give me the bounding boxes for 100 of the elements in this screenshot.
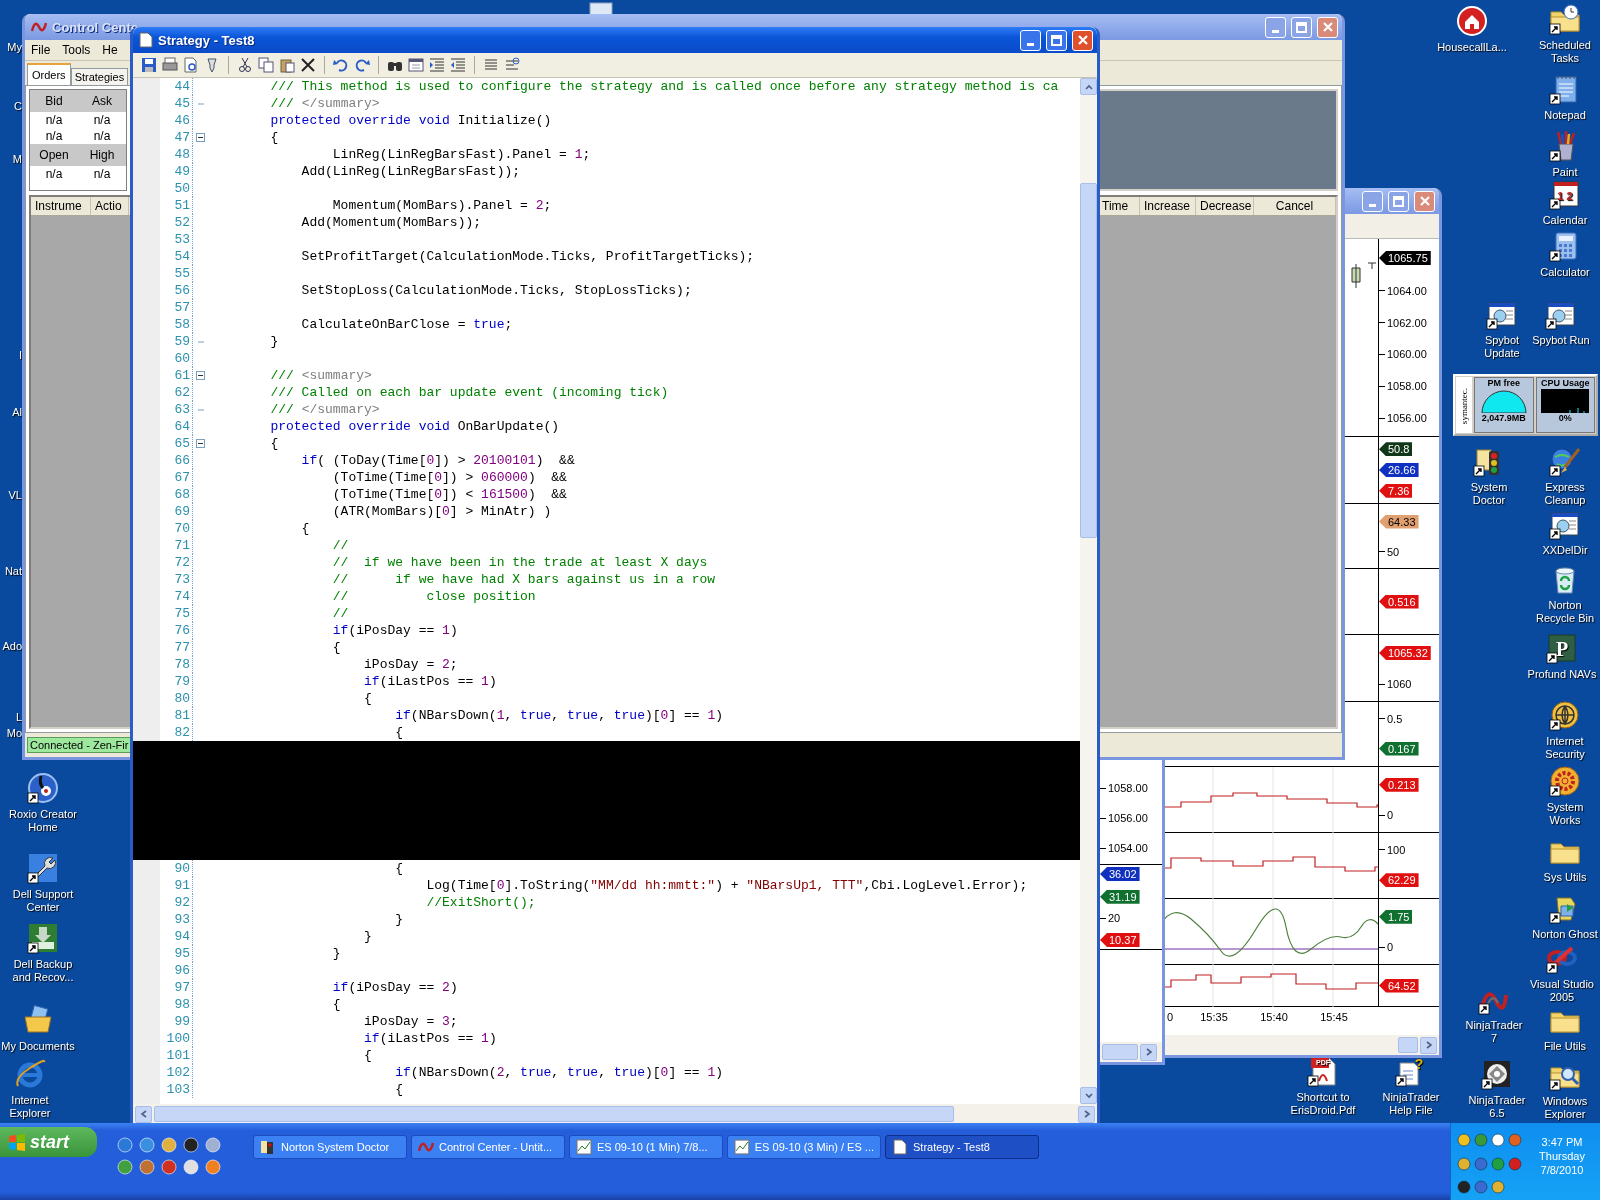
code-line: // <box>331 606 349 621</box>
pin-icon[interactable] <box>204 57 220 73</box>
maximize-icon <box>1393 195 1404 207</box>
line-number: 50 <box>173 181 191 196</box>
indent-icon[interactable] <box>429 57 445 73</box>
minimize-button[interactable] <box>1020 29 1041 51</box>
desktop-shortcut[interactable]: NinjaTrader 6.5 <box>1464 1058 1530 1120</box>
desktop-label: VL <box>7 489 22 501</box>
taskbar-button[interactable]: ES 09-10 (3 Min) / ES ... <box>727 1135 881 1159</box>
comment-icon[interactable] <box>504 57 520 73</box>
maximize-button[interactable] <box>1046 29 1067 51</box>
scrollbar-thumb[interactable] <box>1102 1044 1138 1060</box>
desktop-shortcut[interactable]: Scheduled Tasks <box>1530 3 1600 65</box>
desktop-shortcut[interactable]: Notepad <box>1530 73 1600 122</box>
collapse-icon[interactable] <box>196 439 205 448</box>
desktop-shortcut[interactable]: System Works <box>1530 765 1600 827</box>
axis-tick-label: 0 <box>1379 809 1394 822</box>
tray-icon[interactable] <box>1474 1156 1488 1171</box>
desktop-shortcut[interactable]: Internet Explorer <box>0 1058 68 1120</box>
program-icon[interactable] <box>161 1137 177 1153</box>
chevron-up-icon <box>1084 82 1093 91</box>
desktop-shortcut[interactable]: System Doctor <box>1456 445 1522 507</box>
desktop-shortcut[interactable]: Norton Ghost <box>1530 892 1600 941</box>
tray-icon[interactable] <box>1508 1133 1522 1147</box>
desktop-shortcut[interactable]: ? NinjaTrader Help File <box>1378 1055 1444 1117</box>
chevron-right-icon <box>1082 1110 1091 1118</box>
desktop-shortcut[interactable]: Dell Support Center <box>5 852 81 914</box>
collapse-icon[interactable] <box>196 371 205 380</box>
desktop-shortcut[interactable]: Roxio Creator Home <box>5 772 81 834</box>
desktop-shortcut[interactable]: Internet Security <box>1530 699 1600 761</box>
close-button[interactable] <box>1072 29 1093 51</box>
program-icon[interactable] <box>117 1159 133 1175</box>
scroll-left-button[interactable] <box>135 1105 152 1123</box>
tray-icon[interactable] <box>1508 1156 1522 1171</box>
desktop-shortcut[interactable]: Express Cleanup <box>1530 445 1600 507</box>
scroll-right-button[interactable] <box>1140 1043 1157 1061</box>
taskbar-button[interactable]: Control Center - Untit... <box>411 1135 565 1159</box>
traffic-light-icon <box>260 1139 276 1155</box>
desktop-shortcut[interactable]: Calculator <box>1530 230 1600 279</box>
cut-icon[interactable] <box>237 57 253 73</box>
desktop-shortcut[interactable]: HousecallLa... <box>1439 5 1505 54</box>
line-number: 61 <box>173 368 191 383</box>
line-number: 100 <box>165 1031 191 1046</box>
desktop-shortcut[interactable]: XXDelDir <box>1530 508 1600 557</box>
code-line: { <box>269 436 279 451</box>
delete-icon[interactable] <box>300 57 316 73</box>
taskbar-button[interactable]: ES 09-10 (1 Min) 7/8... <box>569 1135 723 1159</box>
taskbar-button[interactable]: Norton System Doctor <box>253 1135 407 1159</box>
desktop-shortcut[interactable]: File Utils <box>1530 1004 1600 1053</box>
print-preview-icon[interactable] <box>183 57 199 73</box>
tray-icon[interactable] <box>1457 1156 1471 1171</box>
desktop-shortcut[interactable]: NinjaTrader 7 <box>1461 983 1527 1045</box>
column-header[interactable]: Instrume <box>31 197 91 215</box>
program-icon[interactable] <box>183 1159 199 1175</box>
desktop-shortcut[interactable]: Norton Recycle Bin <box>1530 563 1600 625</box>
line-number: 55 <box>173 266 191 281</box>
desktop-shortcut[interactable]: Dell Backup and Recov... <box>5 922 81 984</box>
program-icon[interactable] <box>205 1159 221 1175</box>
table-cell-text: n/a <box>44 129 64 143</box>
undo-icon[interactable] <box>333 57 349 73</box>
desktop-label: I <box>17 349 22 361</box>
calendar-icon[interactable] <box>408 57 424 73</box>
scroll-up-button[interactable] <box>1080 78 1097 95</box>
column-header[interactable]: Actio <box>91 197 129 215</box>
program-icon[interactable] <box>183 1137 199 1153</box>
collapse-icon[interactable] <box>196 133 205 142</box>
redo-icon[interactable] <box>354 57 370 73</box>
column-header[interactable]: Decrease <box>1196 197 1254 215</box>
scroll-down-button[interactable] <box>1080 1087 1097 1104</box>
copy-icon[interactable] <box>258 57 274 73</box>
paste-icon[interactable] <box>279 57 295 73</box>
taskbar-button[interactable]: Strategy - Test8 <box>885 1135 1039 1159</box>
list-icon[interactable] <box>483 57 499 73</box>
scrollbar-thumb[interactable] <box>154 1106 954 1122</box>
code-line: iPosDay = 3; <box>363 1014 458 1029</box>
program-icon[interactable] <box>205 1137 221 1153</box>
print-icon[interactable] <box>162 57 178 73</box>
tray-icon[interactable] <box>1491 1133 1505 1147</box>
save-icon[interactable] <box>141 57 157 73</box>
scrollbar-thumb[interactable] <box>1080 183 1097 538</box>
desktop-shortcut[interactable]: 1 2 Calendar <box>1530 178 1600 227</box>
tray-icon[interactable] <box>1491 1180 1505 1195</box>
desktop-shortcut[interactable]: P Profund NAVs <box>1527 632 1597 681</box>
desktop-shortcut[interactable]: Windows Explorer <box>1530 1059 1600 1121</box>
scroll-right-button[interactable] <box>1078 1105 1095 1123</box>
column-header[interactable]: Increase <box>1140 197 1196 215</box>
tray-icon[interactable] <box>1457 1133 1471 1147</box>
time-axis-label: 0 <box>1166 1010 1175 1023</box>
column-header[interactable]: Cancel <box>1254 197 1336 215</box>
program-icon[interactable] <box>139 1137 155 1153</box>
desktop-shortcut[interactable]: Sys Utils <box>1530 835 1600 884</box>
tray-icon[interactable] <box>1457 1180 1471 1195</box>
tray-icon[interactable] <box>1474 1180 1488 1195</box>
desktop-shortcut[interactable]: Visual Studio 2005 <box>1527 942 1597 1004</box>
program-icon[interactable] <box>139 1159 155 1175</box>
desktop-shortcut[interactable]: My Documents <box>0 1004 76 1053</box>
line-number: 66 <box>173 453 191 468</box>
outdent-icon[interactable] <box>450 57 466 73</box>
program-icon[interactable] <box>117 1137 133 1153</box>
desktop-shortcut[interactable]: Paint <box>1530 130 1600 179</box>
